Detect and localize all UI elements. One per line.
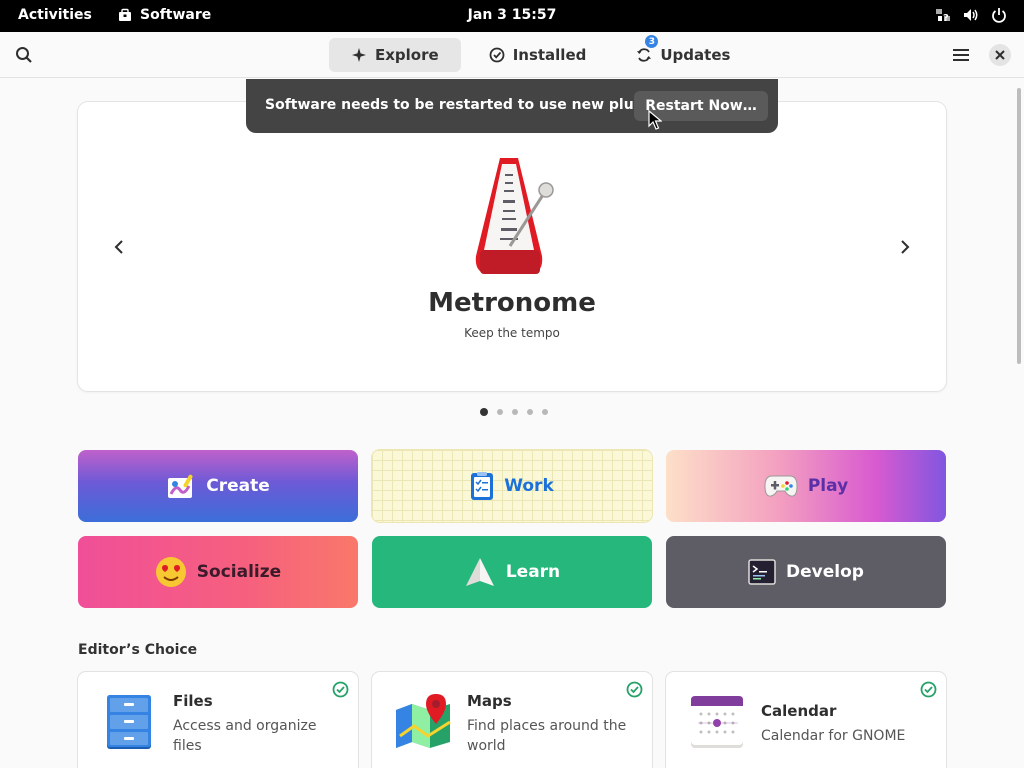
app-card-maps[interactable]: Maps Find places around the world (372, 672, 652, 768)
star-icon (352, 48, 366, 62)
software-bag-icon (119, 8, 131, 21)
app-card-description: Find places around the world (467, 718, 627, 754)
calendar-icon (691, 696, 743, 748)
gamepad-icon (764, 475, 798, 497)
installed-check-icon (920, 681, 937, 698)
installed-check-icon (626, 681, 643, 698)
map-pin-icon (396, 694, 451, 748)
restart-required-banner: Software needs to be restarted to use ne… (246, 79, 778, 133)
refresh-icon (637, 48, 652, 62)
header-bar: Explore Installed 3 Updates (0, 32, 1024, 78)
terminal-icon (748, 559, 776, 585)
system-tray[interactable]: ? (934, 6, 1008, 24)
close-icon (995, 50, 1005, 60)
carousel-dot-3[interactable] (512, 409, 518, 415)
carousel-previous-button[interactable] (108, 236, 130, 258)
file-cabinet-icon (107, 695, 151, 749)
banner-message: Software needs to be restarted to use ne… (265, 97, 673, 113)
mouse-pointer-icon (648, 110, 662, 130)
main-menu-button[interactable] (949, 43, 973, 67)
chevron-right-icon (901, 240, 910, 254)
carousel-dot-5[interactable] (542, 409, 548, 415)
tab-explore[interactable]: Explore (329, 38, 461, 72)
app-card-calendar[interactable]: Calendar Calendar for GNOME (666, 672, 946, 768)
updates-count-badge: 3 (645, 35, 659, 48)
tab-updates-label: Updates (660, 46, 731, 64)
heart-eyes-emoji-icon (155, 557, 186, 587)
category-play-label: Play (807, 476, 849, 496)
installed-check-icon (332, 681, 349, 698)
app-card-files[interactable]: Files Access and organize files (78, 672, 358, 768)
scrollbar[interactable] (1017, 88, 1021, 364)
check-circle-icon (489, 47, 505, 63)
clock[interactable]: Jan 3 15:57 (468, 7, 557, 23)
category-work-label: Work (504, 476, 554, 496)
tab-updates[interactable]: 3 Updates (614, 35, 752, 72)
app-menu[interactable]: Software (118, 7, 211, 23)
category-develop-label: Develop (786, 562, 864, 582)
search-icon (16, 47, 32, 63)
top-bar: Activities Software Jan 3 15:57 ? (0, 0, 1024, 32)
paint-brush-icon (168, 474, 193, 498)
carousel-dot-2[interactable] (497, 409, 503, 415)
category-learn[interactable]: Learn (372, 536, 652, 608)
carousel-dot-4[interactable] (527, 409, 533, 415)
category-create-label: Create (206, 476, 270, 496)
category-work[interactable]: Work (372, 450, 652, 522)
category-socialize[interactable]: Socialize (78, 536, 358, 608)
carousel-dot-1[interactable] (480, 408, 488, 416)
app-card-description: Access and organize files (173, 718, 317, 754)
view-switcher: Explore Installed 3 Updates (329, 35, 752, 72)
metronome-app-icon (470, 154, 560, 280)
chevron-left-icon (114, 240, 123, 254)
app-card-name: Calendar (761, 702, 837, 720)
app-card-description: Calendar for GNOME (761, 728, 906, 744)
tab-installed-label: Installed (512, 46, 587, 64)
clipboard-icon (471, 472, 494, 500)
app-card-name: Files (173, 692, 213, 710)
volume-icon (964, 9, 978, 21)
search-button[interactable] (12, 43, 36, 67)
category-create[interactable]: Create (78, 450, 358, 522)
tab-explore-label: Explore (375, 46, 439, 64)
featured-carousel[interactable]: Metronome Keep the tempo (78, 102, 946, 391)
svg-text:?: ? (943, 13, 949, 24)
carousel-next-button[interactable] (894, 236, 916, 258)
category-develop[interactable]: Develop (666, 536, 946, 608)
paper-plane-icon (465, 558, 494, 586)
power-icon (992, 8, 1006, 23)
carousel-page-indicator (480, 408, 548, 416)
hamburger-menu-icon (953, 49, 969, 61)
category-socialize-label: Socialize (196, 562, 282, 582)
category-learn-label: Learn (505, 562, 561, 582)
app-card-name: Maps (467, 692, 512, 710)
close-button[interactable] (989, 44, 1011, 66)
activities-button[interactable]: Activities (18, 7, 92, 23)
category-play[interactable]: Play (666, 450, 946, 522)
network-unknown-icon: ? (936, 9, 950, 24)
editors-choice-heading: Editor’s Choice (78, 642, 198, 658)
featured-app-subtitle: Keep the tempo (464, 326, 560, 340)
app-menu-label: Software (140, 7, 212, 23)
featured-app-title: Metronome (428, 288, 596, 318)
tab-installed[interactable]: Installed (467, 38, 609, 72)
